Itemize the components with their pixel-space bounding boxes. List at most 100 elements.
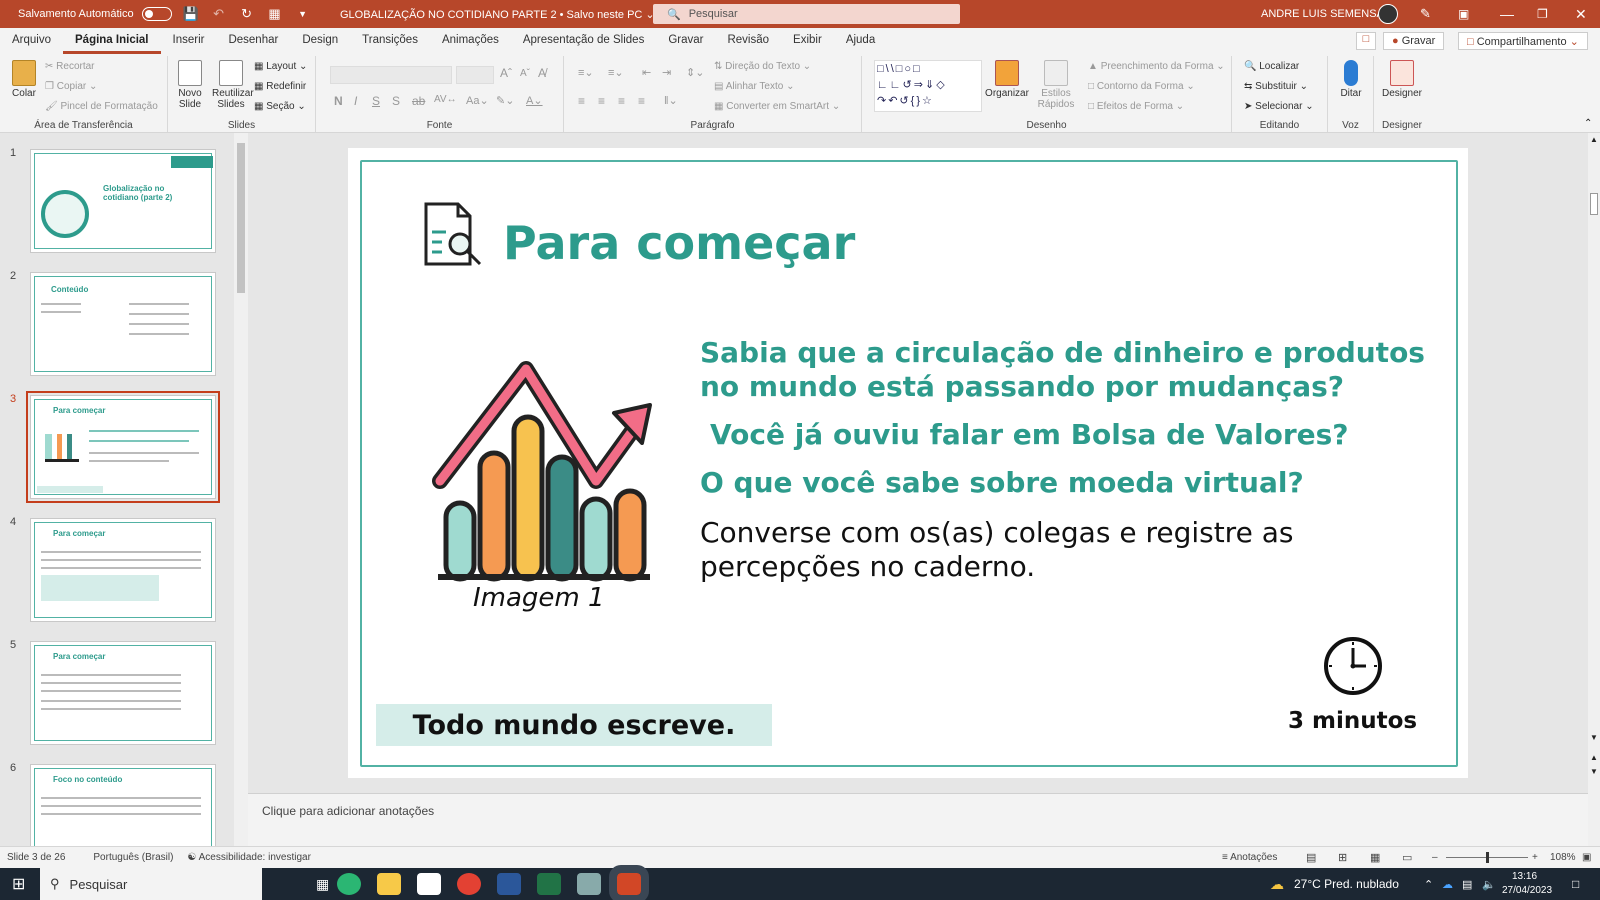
justify-icon[interactable]: ≡ (638, 94, 645, 108)
replace-button[interactable]: ⇆ Substituir ⌄ (1244, 81, 1308, 92)
char-spacing-icon[interactable]: AV↔ (434, 94, 457, 105)
network-icon[interactable]: ▤ (1462, 878, 1472, 891)
tab-revisao[interactable]: Revisão (715, 34, 781, 54)
zoom-slider-thumb[interactable] (1486, 852, 1489, 863)
columns-icon[interactable]: ‖⌄ (664, 94, 678, 107)
weather-icon[interactable]: ☁ (1270, 876, 1284, 893)
taskbar-search[interactable]: ⚲ Pesquisar (40, 868, 262, 900)
numbering-icon[interactable]: ≡⌄ (608, 66, 624, 79)
tab-gravar[interactable]: Gravar (656, 34, 715, 54)
italic-button[interactable]: I (354, 94, 357, 108)
notifications-icon[interactable]: □ (1572, 877, 1579, 891)
scroll-up-icon[interactable]: ▲ (1590, 135, 1598, 144)
weather-text[interactable]: 27°C Pred. nublado (1294, 877, 1399, 891)
notes-pane[interactable]: Clique para adicionar anotações (248, 793, 1588, 846)
edge-icon[interactable] (337, 873, 362, 895)
customize-qa-icon[interactable]: ▼ (294, 5, 312, 23)
align-center-icon[interactable]: ≡ (598, 94, 605, 108)
strikethrough-icon[interactable]: ab (412, 94, 425, 108)
select-button[interactable]: ➤ Selecionar ⌄ (1244, 101, 1314, 112)
ribbon-display-icon[interactable]: ▣ (1458, 7, 1469, 21)
underline-button[interactable]: S (372, 94, 380, 108)
slide-thumbnail-2[interactable]: Conteúdo (30, 272, 216, 376)
search-box[interactable]: 🔍 Pesquisar (653, 4, 960, 24)
tab-arquivo[interactable]: Arquivo (0, 34, 63, 54)
new-slide-button[interactable]: Novo Slide (174, 60, 206, 110)
avatar[interactable] (1378, 4, 1398, 24)
layout-button[interactable]: ▦ Layout ⌄ (254, 61, 307, 72)
tab-pagina-inicial[interactable]: Página Inicial (63, 34, 161, 54)
slideshow-view-icon[interactable]: ▭ (1402, 851, 1412, 864)
tab-ajuda[interactable]: Ajuda (834, 34, 887, 54)
store-icon[interactable] (417, 873, 442, 895)
tray-chevron-icon[interactable]: ⌃ (1424, 878, 1433, 891)
slide-counter[interactable]: Slide 3 de 26 (7, 852, 65, 863)
powerpoint-icon[interactable] (609, 865, 650, 900)
question-1[interactable]: Sabia que a circulação de dinheiro e pro… (700, 336, 1440, 404)
font-name-select[interactable] (330, 66, 452, 84)
editor-scroll-thumb[interactable] (1590, 193, 1598, 215)
activity-banner[interactable]: Todo mundo escreve. (376, 704, 772, 746)
restore-icon[interactable]: ❐ (1537, 7, 1548, 21)
language-status[interactable]: Português (Brasil) (93, 852, 173, 863)
bold-button[interactable]: N (334, 94, 343, 108)
prev-slide-icon[interactable]: ▲ (1590, 753, 1598, 762)
indent-inc-icon[interactable]: ⇥ (662, 66, 671, 79)
cut-button[interactable]: ✂ Recortar (45, 61, 95, 72)
change-case-icon[interactable]: Aa⌄ (466, 94, 489, 107)
excel-icon[interactable] (537, 873, 562, 895)
slide-thumbnail-5[interactable]: Para começar (30, 641, 216, 745)
designer-button[interactable]: Designer (1378, 60, 1426, 99)
reading-view-icon[interactable]: ▦ (1370, 851, 1380, 864)
word-icon[interactable] (497, 873, 522, 895)
shape-outline-button[interactable]: □ Contorno da Forma ⌄ (1088, 81, 1195, 92)
align-text-button[interactable]: ▤ Alinhar Texto ⌄ (714, 81, 795, 92)
clock-time[interactable]: 13:16 (1512, 871, 1537, 882)
question-2[interactable]: Você já ouviu falar em Bolsa de Valores? (710, 418, 1349, 452)
scroll-down-icon[interactable]: ▼ (1590, 733, 1598, 742)
paste-button[interactable]: Colar (8, 60, 40, 99)
notes-toggle-button[interactable]: ≡ Anotações (1222, 852, 1277, 863)
slide-thumbnail-1[interactable]: Globalização no cotidiano (parte 2) (30, 149, 216, 253)
slide-thumbnail-6[interactable]: Foco no conteúdo (30, 764, 216, 846)
dictate-button[interactable]: Ditar (1332, 60, 1370, 99)
collapse-ribbon-icon[interactable]: ⌃ (1584, 118, 1592, 129)
reset-button[interactable]: ▦ Redefinir (254, 81, 306, 92)
align-left-icon[interactable]: ≡ (578, 94, 585, 108)
question-3[interactable]: O que você sabe sobre moeda virtual? (700, 466, 1304, 500)
fit-slide-icon[interactable]: ▣ (1582, 852, 1591, 863)
redo-icon[interactable]: ↻ (238, 5, 256, 23)
text-direction-button[interactable]: ⇅ Direção do Texto ⌄ (714, 61, 811, 72)
format-painter-button[interactable]: 🖌 Pincel de Formatação (45, 101, 158, 112)
volume-icon[interactable]: 🔈 (1482, 878, 1496, 891)
sorter-view-icon[interactable]: ⊞ (1338, 851, 1347, 864)
tab-desenhar[interactable]: Desenhar (216, 34, 290, 54)
zoom-level[interactable]: 108% (1550, 852, 1576, 863)
clock-date[interactable]: 27/04/2023 (1502, 885, 1552, 896)
indent-dec-icon[interactable]: ⇤ (642, 66, 651, 79)
find-button[interactable]: 🔍 Localizar (1244, 61, 1299, 72)
section-button[interactable]: ▦ Seção ⌄ (254, 101, 306, 112)
slide-title[interactable]: Para começar (503, 216, 855, 270)
undo-icon[interactable]: ↶ (210, 5, 228, 23)
onedrive-icon[interactable]: ☁ (1442, 878, 1453, 891)
slide-thumbnail-3[interactable]: Para começar (26, 391, 220, 503)
quick-styles-button[interactable]: Estilos Rápidos (1032, 60, 1080, 110)
share-button[interactable]: □ Compartilhamento ⌄ (1458, 32, 1588, 50)
windows-start-icon[interactable]: ⊞ (12, 874, 32, 894)
doc-title[interactable]: GLOBALIZAÇÃO NO COTIDIANO PARTE 2 • Salv… (340, 8, 655, 21)
align-right-icon[interactable]: ≡ (618, 94, 625, 108)
save-icon[interactable]: 💾 (182, 5, 200, 23)
highlight-icon[interactable]: ✎⌄ (496, 94, 514, 107)
thumbnail-scrollbar[interactable] (234, 133, 248, 846)
arrange-button[interactable]: Organizar (984, 60, 1030, 99)
grow-font-icon[interactable]: Aˆ (500, 66, 512, 80)
autosave-toggle[interactable] (141, 7, 172, 21)
chrome-icon[interactable] (457, 873, 482, 895)
editor-scrollbar[interactable]: ▲ ▼ ▲ ▼ (1588, 133, 1600, 846)
tab-transicoes[interactable]: Transições (350, 34, 430, 54)
pen-icon[interactable]: ✎ (1420, 6, 1431, 22)
smartart-button[interactable]: ▦ Converter em SmartArt ⌄ (714, 101, 840, 112)
clear-format-icon[interactable]: A̸ (538, 66, 546, 80)
task-view-icon[interactable]: ▦ (316, 876, 329, 893)
